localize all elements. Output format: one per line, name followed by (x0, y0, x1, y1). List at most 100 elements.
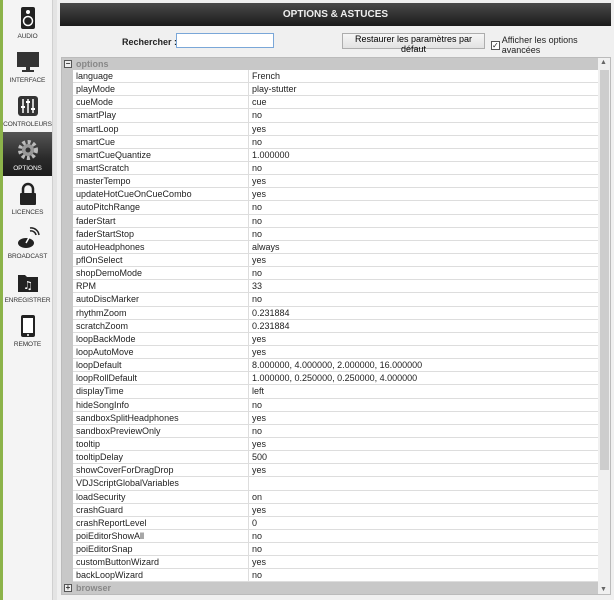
option-value[interactable]: no (249, 228, 262, 240)
option-value[interactable]: French (249, 70, 280, 82)
search-input[interactable] (176, 33, 274, 48)
advanced-options-checkbox[interactable]: ✓ Afficher les options avancées (491, 35, 614, 55)
option-value[interactable]: yes (249, 188, 266, 200)
scroll-thumb[interactable] (600, 70, 609, 470)
option-value[interactable]: yes (249, 464, 266, 476)
table-row[interactable]: rhythmZoom 0.231884 (73, 306, 599, 320)
option-value[interactable]: 33 (249, 280, 262, 292)
scrollbar[interactable]: ▲ ▼ (598, 58, 610, 594)
table-row[interactable]: hideSongInfo no (73, 398, 599, 412)
table-row[interactable]: RPM 33 (73, 280, 599, 294)
option-value[interactable]: yes (249, 556, 266, 568)
option-value[interactable]: 500 (249, 451, 267, 463)
table-row[interactable]: smartCueQuantize 1.000000 (73, 148, 599, 162)
table-row[interactable]: sandboxSplitHeadphones yes (73, 411, 599, 425)
option-value[interactable]: 0 (249, 517, 257, 529)
table-row[interactable]: crashReportLevel 0 (73, 516, 599, 530)
option-value[interactable]: 8.000000, 4.000000, 2.000000, 16.000000 (249, 359, 422, 371)
sidebar-item-broadcast[interactable]: BROADCAST (3, 220, 52, 264)
option-value[interactable]: no (249, 215, 262, 227)
option-value[interactable]: yes (249, 438, 266, 450)
option-name: smartPlay (73, 109, 249, 122)
option-value[interactable]: yes (249, 333, 266, 345)
sidebar-item-audio[interactable]: AUDIO (3, 0, 52, 44)
table-row[interactable]: updateHotCueOnCueCombo yes (73, 188, 599, 202)
table-row[interactable]: smartCue no (73, 135, 599, 149)
advanced-options-label: Afficher les options avancées (501, 35, 578, 55)
option-value[interactable]: yes (249, 254, 266, 266)
table-row[interactable]: displayTime left (73, 385, 599, 399)
table-row[interactable]: language French (73, 70, 599, 84)
sidebar-item-licences[interactable]: LICENCES (3, 176, 52, 220)
table-row[interactable]: loopBackMode yes (73, 332, 599, 346)
table-row[interactable]: tooltipDelay 500 (73, 451, 599, 465)
table-row[interactable]: autoDiscMarker no (73, 293, 599, 307)
option-value[interactable]: left (249, 385, 264, 397)
table-row[interactable]: loopDefault 8.000000, 4.000000, 2.000000,… (73, 359, 599, 373)
table-row[interactable]: scratchZoom 0.231884 (73, 319, 599, 333)
sidebar-item-options[interactable]: OPTIONS (3, 132, 52, 176)
option-value[interactable]: no (249, 201, 262, 213)
table-row[interactable]: smartScratch no (73, 161, 599, 176)
table-row[interactable]: loopRollDefault 1.000000, 0.250000, 0.250… (73, 372, 599, 386)
option-value[interactable]: on (249, 491, 262, 503)
table-row[interactable]: masterTempo yes (73, 175, 599, 189)
option-value[interactable]: yes (249, 504, 266, 516)
sidebar-item-interface[interactable]: INTERFACE (3, 44, 52, 88)
sidebar-item-controleurs[interactable]: CONTROLEURS (3, 88, 52, 132)
option-value[interactable] (249, 477, 252, 489)
restore-defaults-button[interactable]: Restaurer les paramètres par défaut (342, 33, 485, 54)
table-row[interactable]: autoPitchRange no (73, 201, 599, 215)
table-row[interactable]: poiEditorSnap no (73, 543, 599, 557)
option-value[interactable]: yes (249, 346, 266, 358)
table-row[interactable]: poiEditorShowAll no (73, 529, 599, 544)
option-value[interactable]: no (249, 109, 262, 121)
checkbox-icon[interactable]: ✓ (491, 40, 500, 50)
table-row[interactable]: playMode play-stutter (73, 83, 599, 97)
scroll-up-icon[interactable]: ▲ (600, 59, 607, 66)
option-value[interactable]: no (249, 267, 262, 279)
scroll-down-icon[interactable]: ▼ (600, 586, 607, 593)
table-row[interactable]: loopAutoMove yes (73, 345, 599, 360)
table-row[interactable]: tooltip yes (73, 437, 599, 452)
table-row[interactable]: customButtonWizard yes (73, 556, 599, 570)
option-value[interactable]: no (249, 293, 262, 305)
option-value[interactable]: 0.231884 (249, 320, 290, 332)
table-row[interactable]: smartPlay no (73, 109, 599, 123)
expand-icon[interactable]: + (64, 584, 72, 593)
option-value[interactable]: yes (249, 175, 266, 187)
option-value[interactable]: play-stutter (249, 83, 297, 95)
collapse-icon[interactable]: − (64, 60, 72, 68)
table-row[interactable]: sandboxPreviewOnly no (73, 424, 599, 438)
option-value[interactable]: no (249, 162, 262, 174)
table-row[interactable]: pflOnSelect yes (73, 253, 599, 268)
group-options[interactable]: − options (62, 58, 610, 70)
option-value[interactable]: no (249, 569, 262, 581)
table-row[interactable]: cueMode cue (73, 96, 599, 110)
table-row[interactable]: showCoverForDragDrop yes (73, 464, 599, 478)
table-row[interactable]: loadSecurity on (73, 490, 599, 504)
sidebar-item-remote[interactable]: REMOTE (3, 308, 52, 352)
table-row[interactable]: faderStart no (73, 214, 599, 228)
table-row[interactable]: VDJScriptGlobalVariables (73, 477, 599, 491)
option-value[interactable]: no (249, 136, 262, 148)
option-value[interactable]: 1.000000, 0.250000, 0.250000, 4.000000 (249, 372, 417, 384)
table-row[interactable]: autoHeadphones always (73, 240, 599, 254)
table-row[interactable]: smartLoop yes (73, 122, 599, 136)
sidebar-item-enregistrer[interactable]: ♫ ENREGISTRER (3, 264, 52, 308)
group-browser[interactable]: + browser (62, 582, 610, 594)
table-row[interactable]: faderStartStop no (73, 227, 599, 241)
table-row[interactable]: shopDemoMode no (73, 267, 599, 281)
option-value[interactable]: 1.000000 (249, 149, 290, 161)
option-value[interactable]: no (249, 399, 262, 411)
option-value[interactable]: always (249, 241, 280, 253)
option-value[interactable]: no (249, 543, 262, 555)
option-value[interactable]: 0.231884 (249, 307, 290, 319)
table-row[interactable]: backLoopWizard no (73, 569, 599, 583)
option-value[interactable]: yes (249, 412, 266, 424)
table-row[interactable]: crashGuard yes (73, 503, 599, 517)
option-value[interactable]: yes (249, 123, 266, 135)
option-value[interactable]: cue (249, 96, 267, 108)
option-value[interactable]: no (249, 530, 262, 542)
option-value[interactable]: no (249, 425, 262, 437)
